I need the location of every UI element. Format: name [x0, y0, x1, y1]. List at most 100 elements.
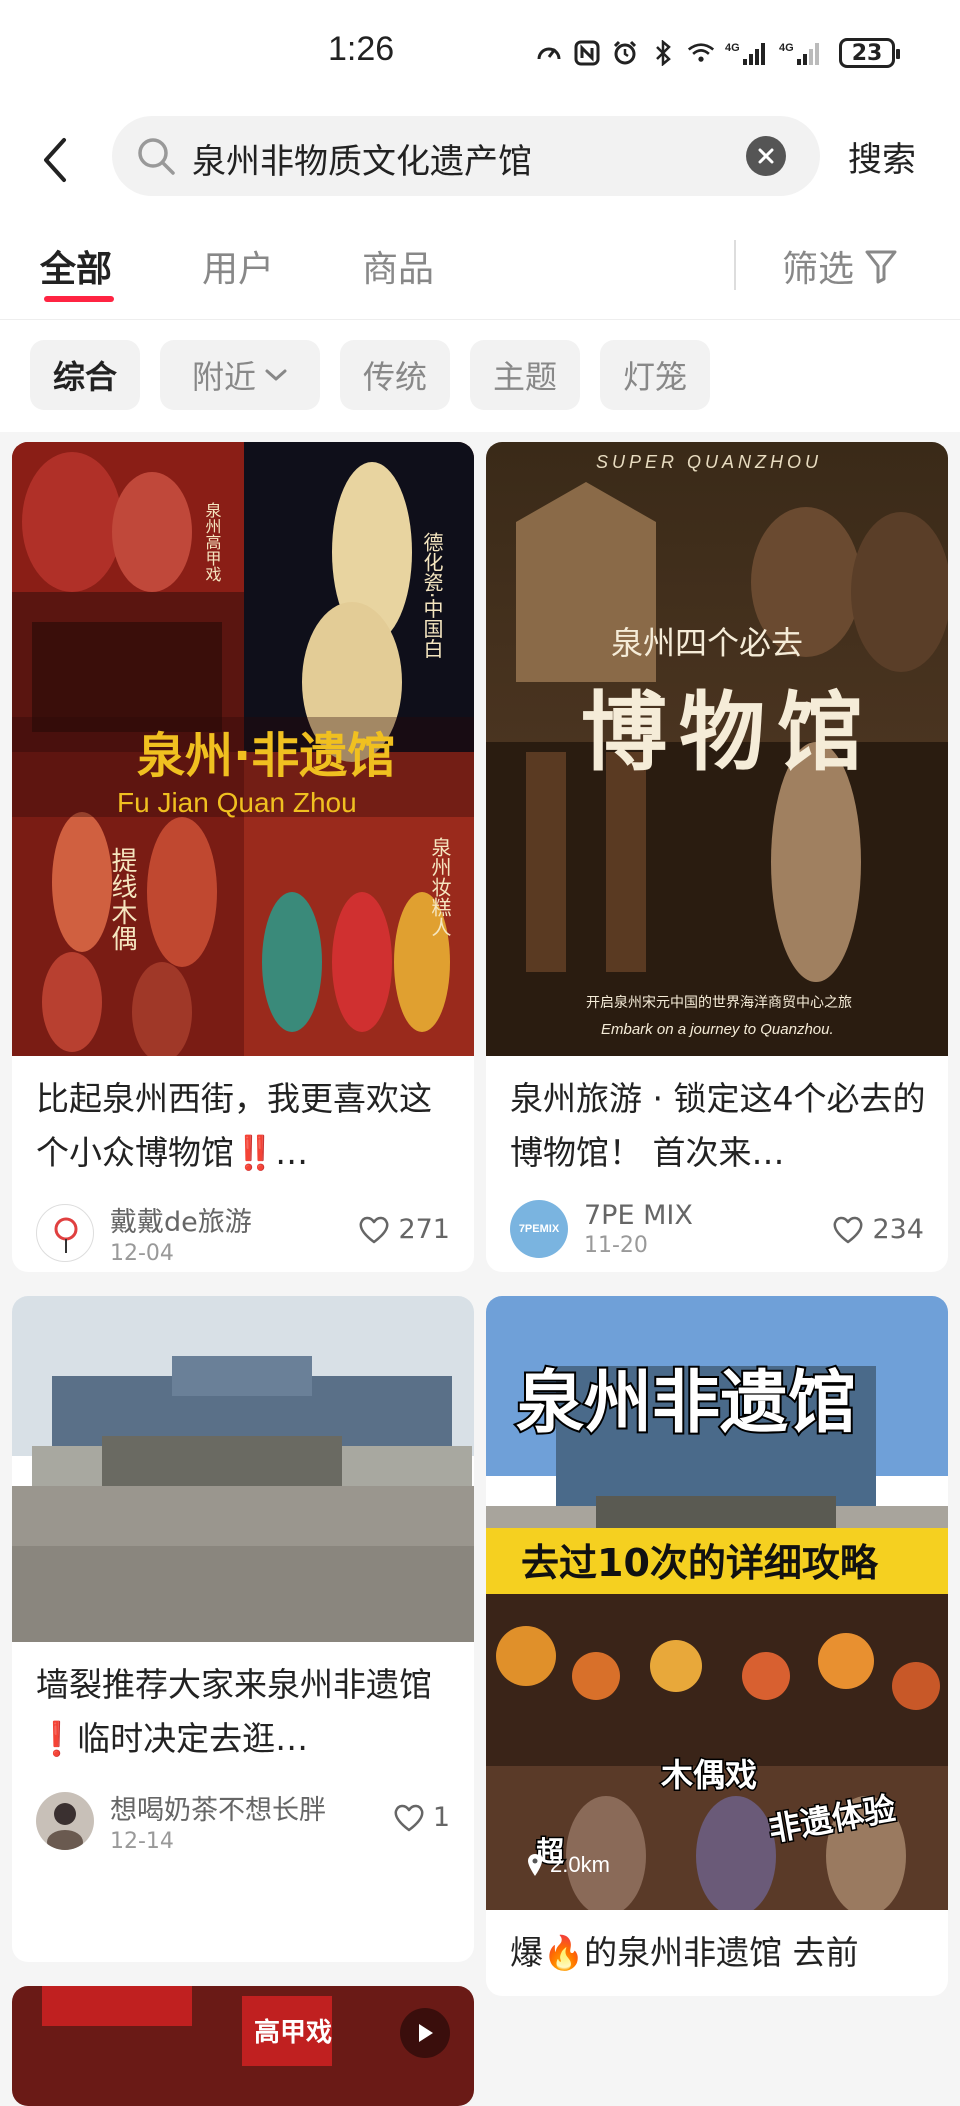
- author-name: 7PE MIX: [584, 1200, 693, 1231]
- tab-all[interactable]: 全部: [40, 240, 112, 292]
- cover-banner: 去过10次的详细攻略: [521, 1541, 879, 1585]
- like-count: 1: [432, 1802, 450, 1833]
- search-header: 泉州非物质文化遗产馆 搜索: [0, 112, 960, 212]
- like-count: 271: [398, 1214, 450, 1245]
- signal-label: 4G: [725, 42, 740, 54]
- chip-comprehensive[interactable]: 综合: [30, 340, 140, 410]
- play-icon: [419, 2024, 433, 2042]
- note-card[interactable]: 泉州非遗馆 去过10次的详细攻略 木偶戏 非遗体验 超 2.0km 爆🔥的泉州非…: [486, 1296, 948, 1996]
- close-icon: [758, 148, 774, 164]
- like-button[interactable]: 234: [832, 1214, 924, 1245]
- bluetooth-icon: [649, 39, 677, 67]
- note-cover-image: 高甲戏: [12, 1986, 474, 2106]
- location-pin-icon: [528, 1854, 542, 1876]
- note-cover-image: 泉州非遗馆 去过10次的详细攻略 木偶戏 非遗体验 超 2.0km: [486, 1296, 948, 1910]
- status-bar: 1:26 4G 4G 23: [0, 0, 960, 112]
- back-button[interactable]: [40, 130, 80, 190]
- active-tab-indicator: [44, 296, 114, 302]
- author-name: 戴戴de旅游: [110, 1207, 252, 1238]
- note-cover-image: SUPER QUANZHOU 泉州四个必去 博物馆 开启泉州宋元中国的世界海洋商…: [486, 442, 948, 1056]
- cover-subtitle-en: Embark on a journey to Quanzhou.: [601, 1021, 834, 1038]
- note-cover-image: 泉州·非遗馆 Fu Jian Quan Zhou 德化瓷·中国白 泉州高甲戏 提…: [12, 442, 474, 1056]
- cover-tagline: SUPER QUANZHOU: [596, 452, 822, 472]
- chip-label: 传统: [362, 358, 427, 396]
- post-date: 12-04: [110, 1241, 174, 1266]
- note-title: 比起泉州西街，我更喜欢这个小众博物馆‼️…: [36, 1079, 432, 1172]
- note-card[interactable]: 泉州·非遗馆 Fu Jian Quan Zhou 德化瓷·中国白 泉州高甲戏 提…: [12, 442, 474, 1272]
- cover-graphic: [12, 1296, 474, 1642]
- cover-label: 德化瓷·中国白: [420, 532, 444, 659]
- like-button[interactable]: 271: [358, 1214, 450, 1245]
- filter-chips: 综合 附近 传统 主题 灯笼: [0, 320, 960, 432]
- avatar-text: 7PEMIX: [518, 1223, 560, 1235]
- results-feed: 泉州·非遗馆 Fu Jian Quan Zhou 德化瓷·中国白 泉州高甲戏 提…: [0, 432, 960, 2106]
- signal-label-2: 4G: [779, 42, 794, 54]
- funnel-icon: [865, 250, 897, 284]
- cover-title: 泉州非遗馆: [516, 1364, 856, 1443]
- note-author[interactable]: 7PEMIX 7PE MIX 11-20: [510, 1200, 693, 1258]
- like-button[interactable]: 1: [393, 1802, 450, 1833]
- video-play-button[interactable]: [400, 2008, 450, 2058]
- note-author[interactable]: 想喝奶茶不想长胖 12-14: [36, 1788, 326, 1854]
- note-title: 泉州旅游 · 锁定这4个必去的博物馆！ 首次来…: [510, 1079, 926, 1172]
- note-author[interactable]: 戴戴de旅游 12-04: [36, 1200, 252, 1266]
- speedometer-icon: [535, 39, 563, 67]
- status-icons: 4G 4G 23: [535, 38, 900, 68]
- post-date: 12-14: [110, 1829, 174, 1854]
- cover-label: 泉州高甲戏: [203, 502, 222, 583]
- note-card[interactable]: SUPER QUANZHOU 泉州四个必去 博物馆 开启泉州宋元中国的世界海洋商…: [486, 442, 948, 1272]
- cover-title: 泉州·非遗馆: [137, 728, 395, 784]
- heart-icon: [833, 1216, 863, 1243]
- chip-label: 综合: [52, 358, 117, 396]
- note-card[interactable]: 高甲戏: [12, 1986, 474, 2106]
- chip-traditional[interactable]: 传统: [340, 340, 450, 410]
- avatar: 7PEMIX: [510, 1200, 568, 1258]
- avatar: [36, 1792, 94, 1850]
- search-button[interactable]: 搜索: [848, 132, 916, 181]
- alarm-icon: [611, 39, 639, 67]
- cover-label: 泉州妆糕人: [428, 837, 452, 937]
- chevron-down-icon: [265, 369, 287, 381]
- avatar: [36, 1204, 94, 1262]
- post-date: 11-20: [584, 1233, 648, 1258]
- cover-subtitle: Fu Jian Quan Zhou: [117, 787, 357, 818]
- note-cover-image: [12, 1296, 474, 1642]
- tab-users[interactable]: 用户: [202, 240, 274, 292]
- battery-icon: 23: [839, 38, 900, 68]
- heart-icon: [394, 1804, 424, 1831]
- signal-icon-2: 4G: [779, 39, 823, 67]
- tab-products[interactable]: 商品: [362, 240, 434, 292]
- signal-icon: 4G: [725, 39, 769, 67]
- chip-nearby[interactable]: 附近: [160, 340, 320, 410]
- clear-search-button[interactable]: [746, 136, 786, 176]
- heart-icon: [359, 1216, 389, 1243]
- cover-graphic: 泉州·非遗馆 Fu Jian Quan Zhou 德化瓷·中国白 泉州高甲戏 提…: [12, 442, 474, 1056]
- chip-lantern[interactable]: 灯笼: [600, 340, 710, 410]
- search-query: 泉州非物质文化遗产馆: [192, 142, 532, 182]
- cover-label: 提线木偶: [107, 847, 137, 951]
- wifi-icon: [687, 39, 715, 67]
- note-card[interactable]: 墙裂推荐大家来泉州非遗馆❗️临时决定去逛… 想喝奶茶不想长胖 12-14 1: [12, 1296, 474, 1962]
- back-arrow-icon: [44, 138, 66, 182]
- note-title: 爆🔥的泉州非遗馆 去前: [510, 1933, 859, 1972]
- cover-graphic: 泉州非遗馆 去过10次的详细攻略 木偶戏 非遗体验 超: [486, 1296, 948, 1910]
- cover-sign: 高甲戏: [254, 2017, 332, 2048]
- search-input[interactable]: 泉州非物质文化遗产馆: [112, 116, 820, 196]
- filter-label: 筛选: [782, 249, 855, 290]
- nfc-icon: [573, 39, 601, 67]
- tabs-divider: [734, 240, 736, 290]
- cover-subtitle: 开启泉州宋元中国的世界海洋商贸中心之旅: [586, 994, 852, 1011]
- tabs-bar: 全部 用户 商品 筛选: [0, 212, 960, 320]
- note-title: 墙裂推荐大家来泉州非遗馆❗️临时决定去逛…: [36, 1665, 432, 1758]
- chip-theme[interactable]: 主题: [470, 340, 580, 410]
- like-count: 234: [872, 1214, 924, 1245]
- chip-label: 附近: [191, 358, 256, 396]
- status-time: 1:26: [328, 30, 395, 68]
- chip-label: 主题: [492, 358, 557, 396]
- cover-tag: 木偶戏: [660, 1756, 757, 1794]
- author-name: 想喝奶茶不想长胖: [110, 1795, 326, 1826]
- chip-label: 灯笼: [622, 358, 687, 396]
- cover-title: 博物馆: [581, 682, 875, 783]
- distance-text: 2.0km: [550, 1852, 610, 1877]
- filter-button[interactable]: 筛选: [782, 240, 898, 292]
